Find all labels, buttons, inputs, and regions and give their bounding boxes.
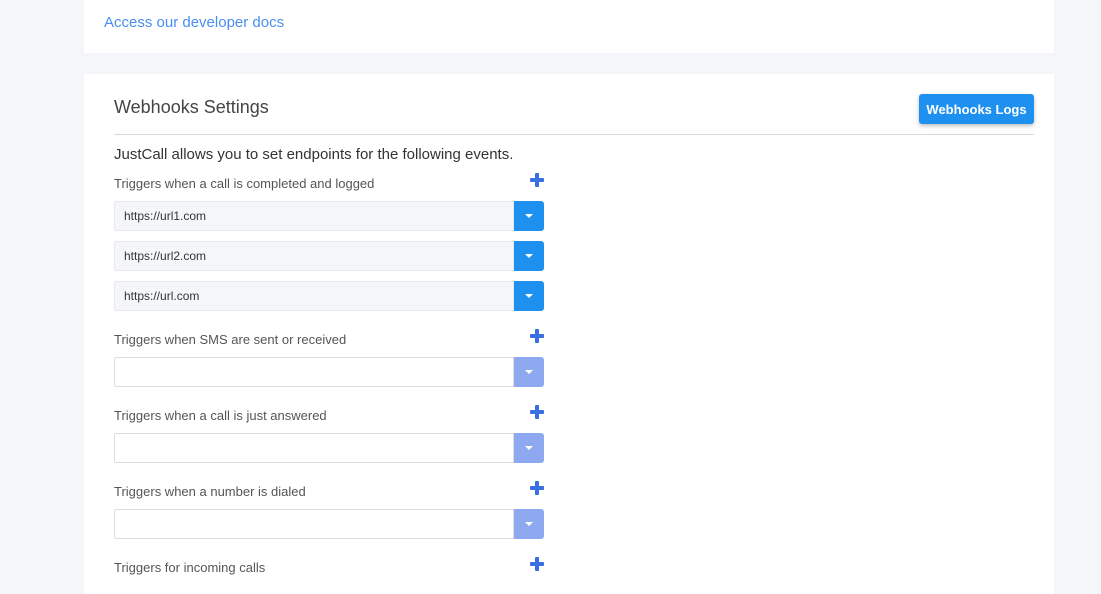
developer-docs-link[interactable]: Access our developer docs xyxy=(104,14,284,31)
webhook-url-input[interactable] xyxy=(114,509,514,539)
caret-down-icon xyxy=(525,214,533,218)
url-dropdown-button[interactable] xyxy=(514,357,544,387)
developer-docs-card: Access our developer docs xyxy=(84,0,1054,53)
webhooks-settings-card: Webhooks Settings Webhooks Logs JustCall… xyxy=(84,74,1054,594)
card-title: Webhooks Settings xyxy=(114,97,269,117)
webhooks-logs-button[interactable]: Webhooks Logs xyxy=(919,94,1034,124)
section-label: Triggers when SMS are sent or received xyxy=(114,332,347,347)
url-row xyxy=(114,357,544,387)
url-dropdown-button[interactable] xyxy=(514,201,544,231)
caret-down-icon xyxy=(525,446,533,450)
url-dropdown-button[interactable] xyxy=(514,509,544,539)
section-label: Triggers when a call is completed and lo… xyxy=(114,176,375,191)
url-row xyxy=(114,241,544,271)
webhook-url-input[interactable] xyxy=(114,241,514,271)
url-row xyxy=(114,201,544,231)
webhook-url-input[interactable] xyxy=(114,357,514,387)
add-url-plus-icon[interactable] xyxy=(529,556,545,572)
url-row xyxy=(114,509,544,539)
url-row xyxy=(114,281,544,311)
url-row xyxy=(114,433,544,463)
url-dropdown-button[interactable] xyxy=(514,433,544,463)
webhook-url-input[interactable] xyxy=(114,433,514,463)
title-divider xyxy=(114,134,1034,135)
add-url-plus-icon[interactable] xyxy=(529,480,545,496)
webhook-url-input[interactable] xyxy=(114,201,514,231)
url-dropdown-button[interactable] xyxy=(514,281,544,311)
add-url-plus-icon[interactable] xyxy=(529,404,545,420)
section-label: Triggers when a call is just answered xyxy=(114,408,327,423)
url-dropdown-button[interactable] xyxy=(514,241,544,271)
add-url-plus-icon[interactable] xyxy=(529,172,545,188)
webhook-url-input[interactable] xyxy=(114,281,514,311)
caret-down-icon xyxy=(525,294,533,298)
caret-down-icon xyxy=(525,370,533,374)
section-label: Triggers when a number is dialed xyxy=(114,484,306,499)
caret-down-icon xyxy=(525,254,533,258)
caret-down-icon xyxy=(525,522,533,526)
section-label: Triggers for incoming calls xyxy=(114,560,266,575)
add-url-plus-icon[interactable] xyxy=(529,328,545,344)
intro-text: JustCall allows you to set endpoints for… xyxy=(114,146,514,163)
